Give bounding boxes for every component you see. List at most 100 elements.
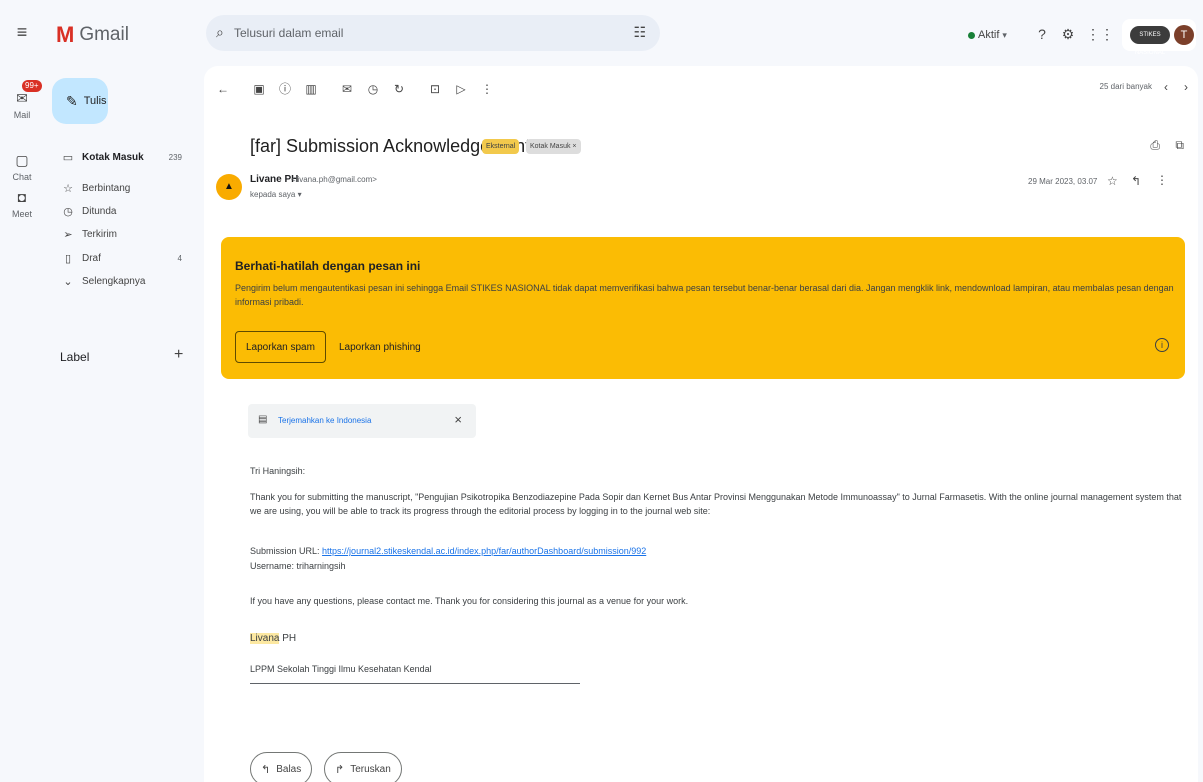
email-paragraph: Thank you for submitting the manuscript,… — [250, 492, 1182, 516]
nav-drafts[interactable]: ▯ Draf 4 — [52, 246, 188, 270]
drafts-count: 4 — [177, 253, 182, 263]
labels-heading: Label — [60, 350, 90, 364]
account-avatar[interactable]: T — [1174, 25, 1194, 45]
account-switcher[interactable]: STIKES NASIONAL T — [1122, 19, 1196, 56]
external-badge: Eksternal — [482, 139, 520, 154]
recipient-details[interactable]: kepada saya ▾ — [250, 190, 302, 199]
info-icon[interactable]: i — [1155, 338, 1169, 352]
nav-sent[interactable]: ➢ Terkirim — [52, 222, 188, 246]
signature-organization: LPPM Sekolah Tinggi Ilmu Kesehatan Kenda… — [250, 664, 432, 674]
newer-chevron-left-icon[interactable]: ‹ — [1164, 80, 1168, 94]
draft-icon: ▯ — [64, 252, 72, 265]
forward-label: Teruskan — [350, 763, 391, 775]
nav-more[interactable]: ⌄ Selengkapnya — [52, 269, 188, 293]
clock-icon: ◷ — [63, 205, 73, 218]
reply-button[interactable]: ↰ Balas — [250, 752, 313, 782]
snooze-icon[interactable]: ◷ — [364, 80, 382, 98]
nav-snoozed[interactable]: ◷ Ditunda — [52, 199, 188, 223]
more-options-icon[interactable]: ⋮ — [1156, 173, 1168, 187]
label-icon[interactable]: ▷ — [452, 80, 470, 98]
phishing-warning-banner: Berhati-hatilah dengan pesan ini Pengiri… — [221, 237, 1185, 379]
reply-icon: ↰ — [261, 763, 271, 776]
delete-icon[interactable]: ▥ — [302, 80, 320, 98]
chat-icon: ▢ — [15, 152, 29, 168]
move-to-icon[interactable]: ⊡ — [426, 80, 444, 98]
pencil-icon: ✎ — [66, 92, 78, 109]
sender-email: <livana.ph@gmail.com> — [291, 175, 377, 184]
status-label: Aktif — [978, 29, 1000, 41]
main-menu-icon[interactable]: ≡ — [12, 22, 32, 42]
org-logo: STIKES NASIONAL — [1130, 26, 1170, 56]
print-icon[interactable]: ⎙ — [1150, 138, 1160, 153]
reply-label: Balas — [276, 763, 302, 775]
search-icon[interactable]: ⌕ — [216, 24, 224, 41]
translate-link[interactable]: Terjemahkan ke Indonesia — [278, 416, 371, 425]
forward-button[interactable]: ↱ Teruskan — [324, 752, 402, 782]
add-label-icon[interactable]: + — [174, 346, 183, 364]
rail-mail[interactable]: ✉ 99+ Mail — [0, 80, 44, 120]
email-date: 29 Mar 2023, 03.07 — [1028, 177, 1098, 186]
submission-url-line: Submission URL: https://journal2.stikesk… — [250, 544, 646, 558]
nav-inbox[interactable]: ▭ Kotak Masuk 239 — [52, 145, 188, 169]
add-task-icon[interactable]: ↻ — [390, 80, 408, 98]
rail-mail-label: Mail — [13, 110, 31, 120]
mark-unread-icon[interactable]: ✉ — [338, 80, 356, 98]
more-options-icon[interactable]: ⋮ — [478, 80, 496, 98]
gmail-logo[interactable]: M Gmail — [56, 24, 166, 46]
app-rail: ≡ ✉ 99+ Mail ▢ Chat ◘ Meet — [0, 0, 44, 782]
nav-starred[interactable]: ☆ Berbintang — [52, 176, 188, 200]
signature-divider — [250, 683, 580, 684]
rail-meet-label: Meet — [11, 209, 32, 219]
chevron-down-icon: ▾ — [1002, 29, 1007, 40]
search-bar: ⌕ ☷ — [206, 15, 660, 51]
inbox-count: 239 — [168, 152, 182, 162]
rail-chat-label: Chat — [12, 172, 32, 182]
pagination-text: 25 dari banyak — [1099, 82, 1152, 91]
reply-icon[interactable]: ↰ — [1131, 174, 1141, 188]
open-new-window-icon[interactable]: ⧉ — [1175, 138, 1184, 153]
mail-icon: ✉ 99+ — [12, 80, 42, 108]
status-dot-icon — [968, 31, 975, 39]
help-icon[interactable]: ? — [1032, 24, 1052, 44]
send-icon: ➢ — [63, 228, 73, 241]
warning-title: Berhati-hatilah dengan pesan ini — [235, 259, 421, 273]
apps-grid-icon[interactable]: ⋮⋮ — [1086, 24, 1114, 44]
signature-name-rest: PH — [279, 633, 297, 644]
close-icon[interactable]: × — [454, 412, 462, 427]
forward-icon: ↱ — [335, 763, 345, 776]
email-paragraph-contact: If you have any questions, please contac… — [250, 596, 689, 606]
report-spam-icon[interactable]: ⓘ — [276, 80, 294, 98]
warning-text: Pengirim belum mengautentikasi pesan ini… — [235, 283, 1174, 307]
settings-gear-icon[interactable]: ⚙ — [1058, 24, 1078, 44]
inbox-icon: ▭ — [62, 151, 74, 164]
signature-name-highlight: Livana — [250, 633, 280, 644]
back-arrow-icon[interactable]: ← — [214, 80, 232, 98]
submission-url-label: Submission URL: — [250, 546, 320, 556]
email-greeting: Tri Haningsih: — [250, 466, 306, 476]
rail-chat[interactable]: ▢ Chat — [0, 150, 44, 182]
status-selector[interactable]: Aktif ▾ — [968, 26, 1007, 44]
star-icon[interactable]: ☆ — [1107, 174, 1118, 188]
gmail-m-icon: M — [56, 22, 75, 47]
inbox-label-chip[interactable]: Kotak Masuk × — [526, 139, 581, 154]
gmail-wordmark: Gmail — [79, 24, 129, 45]
compose-button[interactable]: ✎ Tulis — [52, 78, 108, 124]
report-phishing-button[interactable]: Laporkan phishing — [333, 331, 427, 363]
report-spam-button[interactable]: Laporkan spam — [235, 331, 326, 363]
chevron-down-icon: ⌄ — [63, 275, 73, 288]
signature-name: Livana PH — [250, 632, 296, 646]
compose-label: Tulis — [83, 95, 107, 107]
username-line: Username: triharningsih — [250, 561, 346, 571]
translate-bar: ▤ Terjemahkan ke Indonesia × — [248, 404, 476, 438]
filter-options-icon[interactable]: ☷ — [633, 24, 646, 41]
star-icon: ☆ — [63, 182, 73, 195]
archive-icon[interactable]: ▣ — [250, 80, 268, 98]
older-chevron-right-icon[interactable]: › — [1184, 80, 1188, 94]
sender-avatar: ▲ — [216, 174, 242, 200]
submission-url-link[interactable]: https://journal2.stikeskendal.ac.id/inde… — [322, 546, 646, 556]
search-input[interactable] — [234, 22, 614, 44]
video-icon: ◘ — [17, 189, 27, 205]
unread-badge: 99+ — [22, 80, 42, 92]
translate-icon: ▤ — [258, 414, 268, 425]
rail-meet[interactable]: ◘ Meet — [0, 187, 44, 219]
